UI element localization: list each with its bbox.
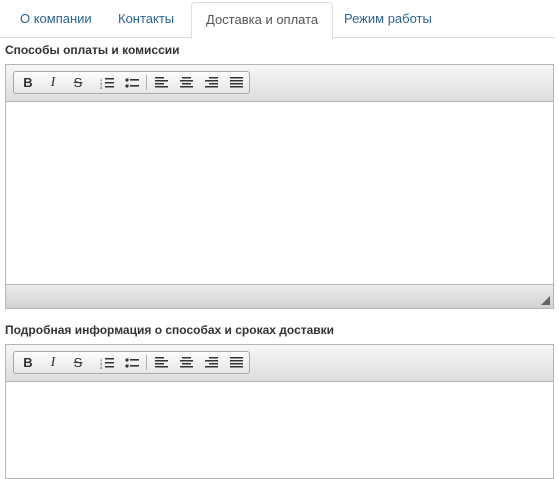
formatting-button-group: B I S 123 [13, 71, 250, 94]
justify-icon[interactable] [226, 354, 246, 371]
unordered-list-icon[interactable] [122, 354, 142, 371]
tab-about-company[interactable]: О компании [20, 2, 92, 38]
toolbar-separator [146, 355, 147, 370]
tab-working-hours[interactable]: Режим работы [344, 2, 432, 38]
align-left-icon[interactable] [151, 354, 171, 371]
italic-icon[interactable]: I [43, 74, 63, 91]
payment-methods-label: Способы оплаты и комиссии [5, 43, 180, 57]
delivery-info-editor: B I S 123 [5, 344, 554, 479]
ordered-list-icon[interactable]: 123 [97, 354, 117, 371]
italic-glyph: I [50, 354, 56, 370]
editor-content-area[interactable] [6, 102, 553, 284]
align-right-icon[interactable] [201, 74, 221, 91]
bold-icon[interactable]: B [18, 74, 38, 91]
align-center-icon[interactable] [176, 354, 196, 371]
justify-icon[interactable] [226, 74, 246, 91]
tab-contacts[interactable]: Контакты [118, 2, 174, 38]
formatting-button-group: B I S 123 [13, 351, 250, 374]
bold-glyph: B [23, 75, 33, 90]
strike-glyph: S [73, 75, 83, 90]
strike-glyph: S [73, 355, 83, 370]
resize-grip-icon[interactable] [541, 296, 550, 305]
bold-icon[interactable]: B [18, 354, 38, 371]
italic-icon[interactable]: I [43, 354, 63, 371]
align-left-icon[interactable] [151, 74, 171, 91]
align-right-icon[interactable] [201, 354, 221, 371]
editor-content-area[interactable] [6, 382, 553, 478]
italic-glyph: I [50, 74, 56, 90]
editor-toolbar: B I S 123 [6, 345, 553, 382]
editor-statusbar [6, 284, 553, 308]
tab-delivery-payment[interactable]: Доставка и оплата [191, 2, 334, 39]
strikethrough-icon[interactable]: S [68, 74, 88, 91]
svg-text:3: 3 [100, 365, 103, 369]
editor-toolbar: B I S 123 [6, 65, 553, 102]
strikethrough-icon[interactable]: S [68, 354, 88, 371]
delivery-info-label: Подробная информация о способах и сроках… [5, 323, 335, 337]
toolbar-separator [146, 75, 147, 90]
payment-methods-editor: B I S 123 [5, 64, 554, 309]
bold-glyph: B [23, 355, 33, 370]
align-center-icon[interactable] [176, 74, 196, 91]
svg-text:3: 3 [100, 85, 103, 89]
tab-bar: О компании Контакты Доставка и оплата Ре… [0, 0, 555, 39]
ordered-list-icon[interactable]: 123 [97, 74, 117, 91]
unordered-list-icon[interactable] [122, 74, 142, 91]
